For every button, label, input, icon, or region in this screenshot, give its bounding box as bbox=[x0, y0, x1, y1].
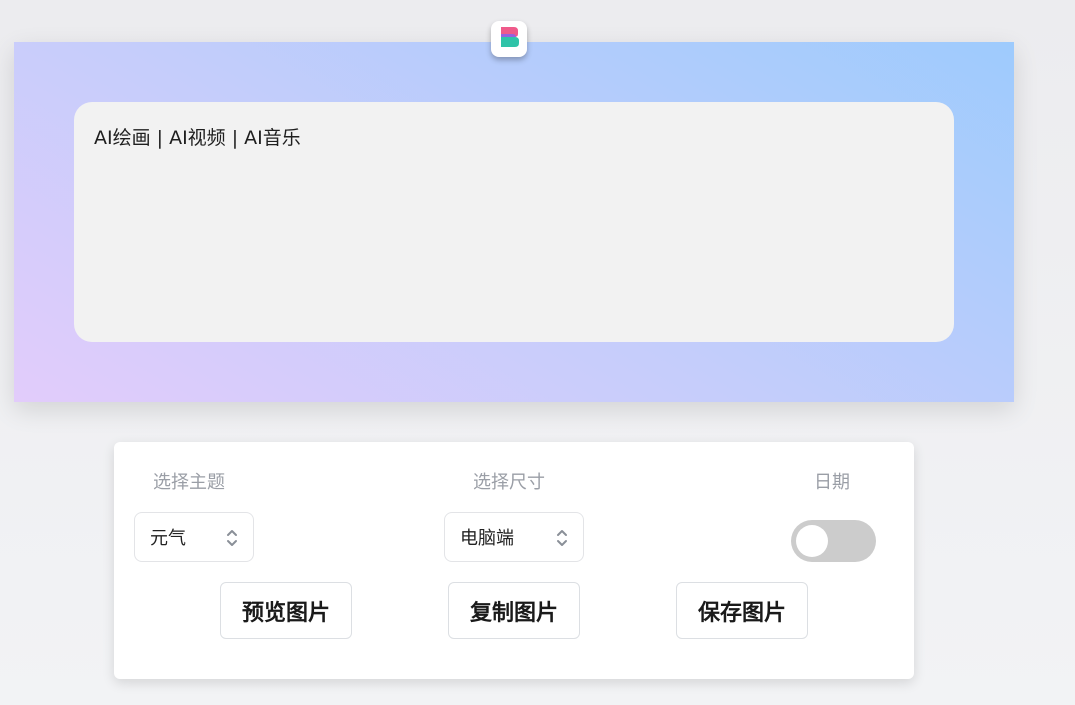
save-image-button[interactable]: 保存图片 bbox=[676, 582, 808, 639]
theme-select-value: 元气 bbox=[150, 528, 186, 549]
date-label: 日期 bbox=[814, 472, 850, 493]
app-stage: AI绘画 | AI视频 | AI音乐 选择主题 选择尺寸 日期 元气 电脑端 预… bbox=[0, 0, 1075, 705]
content-text[interactable]: AI绘画 | AI视频 | AI音乐 bbox=[94, 126, 934, 150]
brand-logo-icon bbox=[498, 25, 520, 53]
theme-label: 选择主题 bbox=[153, 472, 225, 493]
chevron-up-down-icon bbox=[225, 527, 239, 554]
size-select-value: 电脑端 bbox=[460, 528, 514, 549]
toggle-knob bbox=[796, 525, 828, 557]
size-label: 选择尺寸 bbox=[473, 472, 545, 493]
control-panel: 选择主题 选择尺寸 日期 元气 电脑端 预览图片 复制图片 保存图片 bbox=[114, 442, 914, 679]
preview-image-button[interactable]: 预览图片 bbox=[220, 582, 352, 639]
copy-image-button[interactable]: 复制图片 bbox=[448, 582, 580, 639]
content-card[interactable]: AI绘画 | AI视频 | AI音乐 bbox=[74, 102, 954, 342]
brand-logo bbox=[491, 21, 527, 57]
size-select[interactable]: 电脑端 bbox=[444, 512, 584, 562]
theme-select[interactable]: 元气 bbox=[134, 512, 254, 562]
chevron-up-down-icon bbox=[555, 527, 569, 554]
date-toggle[interactable] bbox=[791, 520, 876, 562]
preview-canvas: AI绘画 | AI视频 | AI音乐 bbox=[14, 42, 1014, 402]
